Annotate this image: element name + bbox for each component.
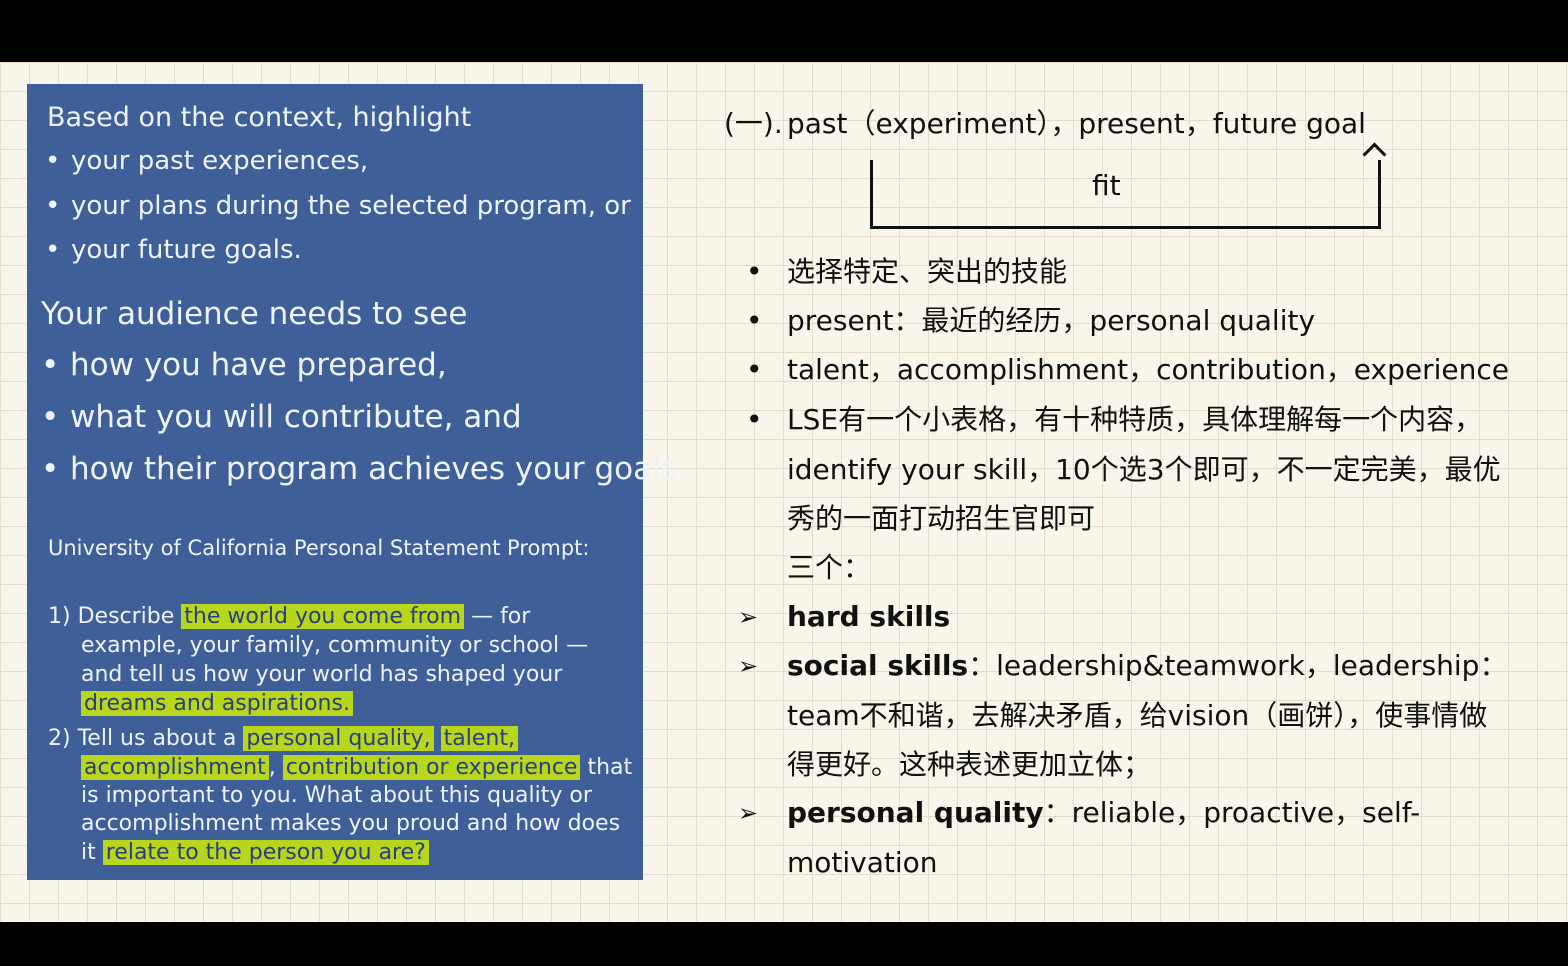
personal-quality-item: personal quality：reliable，proactive，self… bbox=[787, 796, 1421, 829]
social-skills-item: social skills：leadership&teamwork，leader… bbox=[787, 649, 1508, 682]
note-bullet: LSE有一个小表格，有十种特质，具体理解每一个内容， bbox=[787, 403, 1483, 436]
section-heading: past（experiment），present，future goal bbox=[787, 107, 1366, 140]
handwritten-notes: (一). past（experiment），present，future goa… bbox=[0, 62, 1568, 922]
note-bullet: talent，accomplishment，contribution，exper… bbox=[787, 353, 1509, 386]
note-line: identify your skill，10个选3个即可，不一定完美，最优 bbox=[787, 453, 1501, 486]
fit-label: fit bbox=[1092, 169, 1121, 202]
note-line: motivation bbox=[787, 846, 938, 879]
note-bullet: present：最近的经历，personal quality bbox=[787, 304, 1316, 337]
note-bullet: 选择特定、突出的技能 bbox=[787, 255, 1068, 288]
hard-skills-item: hard skills bbox=[787, 600, 951, 633]
bullet-icon: • bbox=[746, 353, 763, 386]
arrow-bullet-icon: ➢ bbox=[738, 652, 759, 680]
bullet-icon: • bbox=[746, 255, 763, 288]
note-line: 三个： bbox=[787, 551, 872, 584]
bullet-icon: • bbox=[746, 403, 763, 436]
slide: Based on the context, highlight • your pa… bbox=[0, 62, 1568, 922]
arrow-bullet-icon: ➢ bbox=[738, 603, 759, 631]
note-line: 秀的一面打动招生官即可 bbox=[787, 502, 1096, 535]
section-marker: (一). bbox=[724, 107, 783, 140]
bullet-icon: • bbox=[746, 304, 763, 337]
note-line: 得更好。这种表述更加立体； bbox=[787, 748, 1152, 781]
arrow-bullet-icon: ➢ bbox=[738, 799, 759, 827]
fit-connector-line bbox=[870, 160, 1381, 229]
note-line: team不和谐，去解决矛盾，给vision（画饼），使事情做 bbox=[787, 699, 1488, 732]
